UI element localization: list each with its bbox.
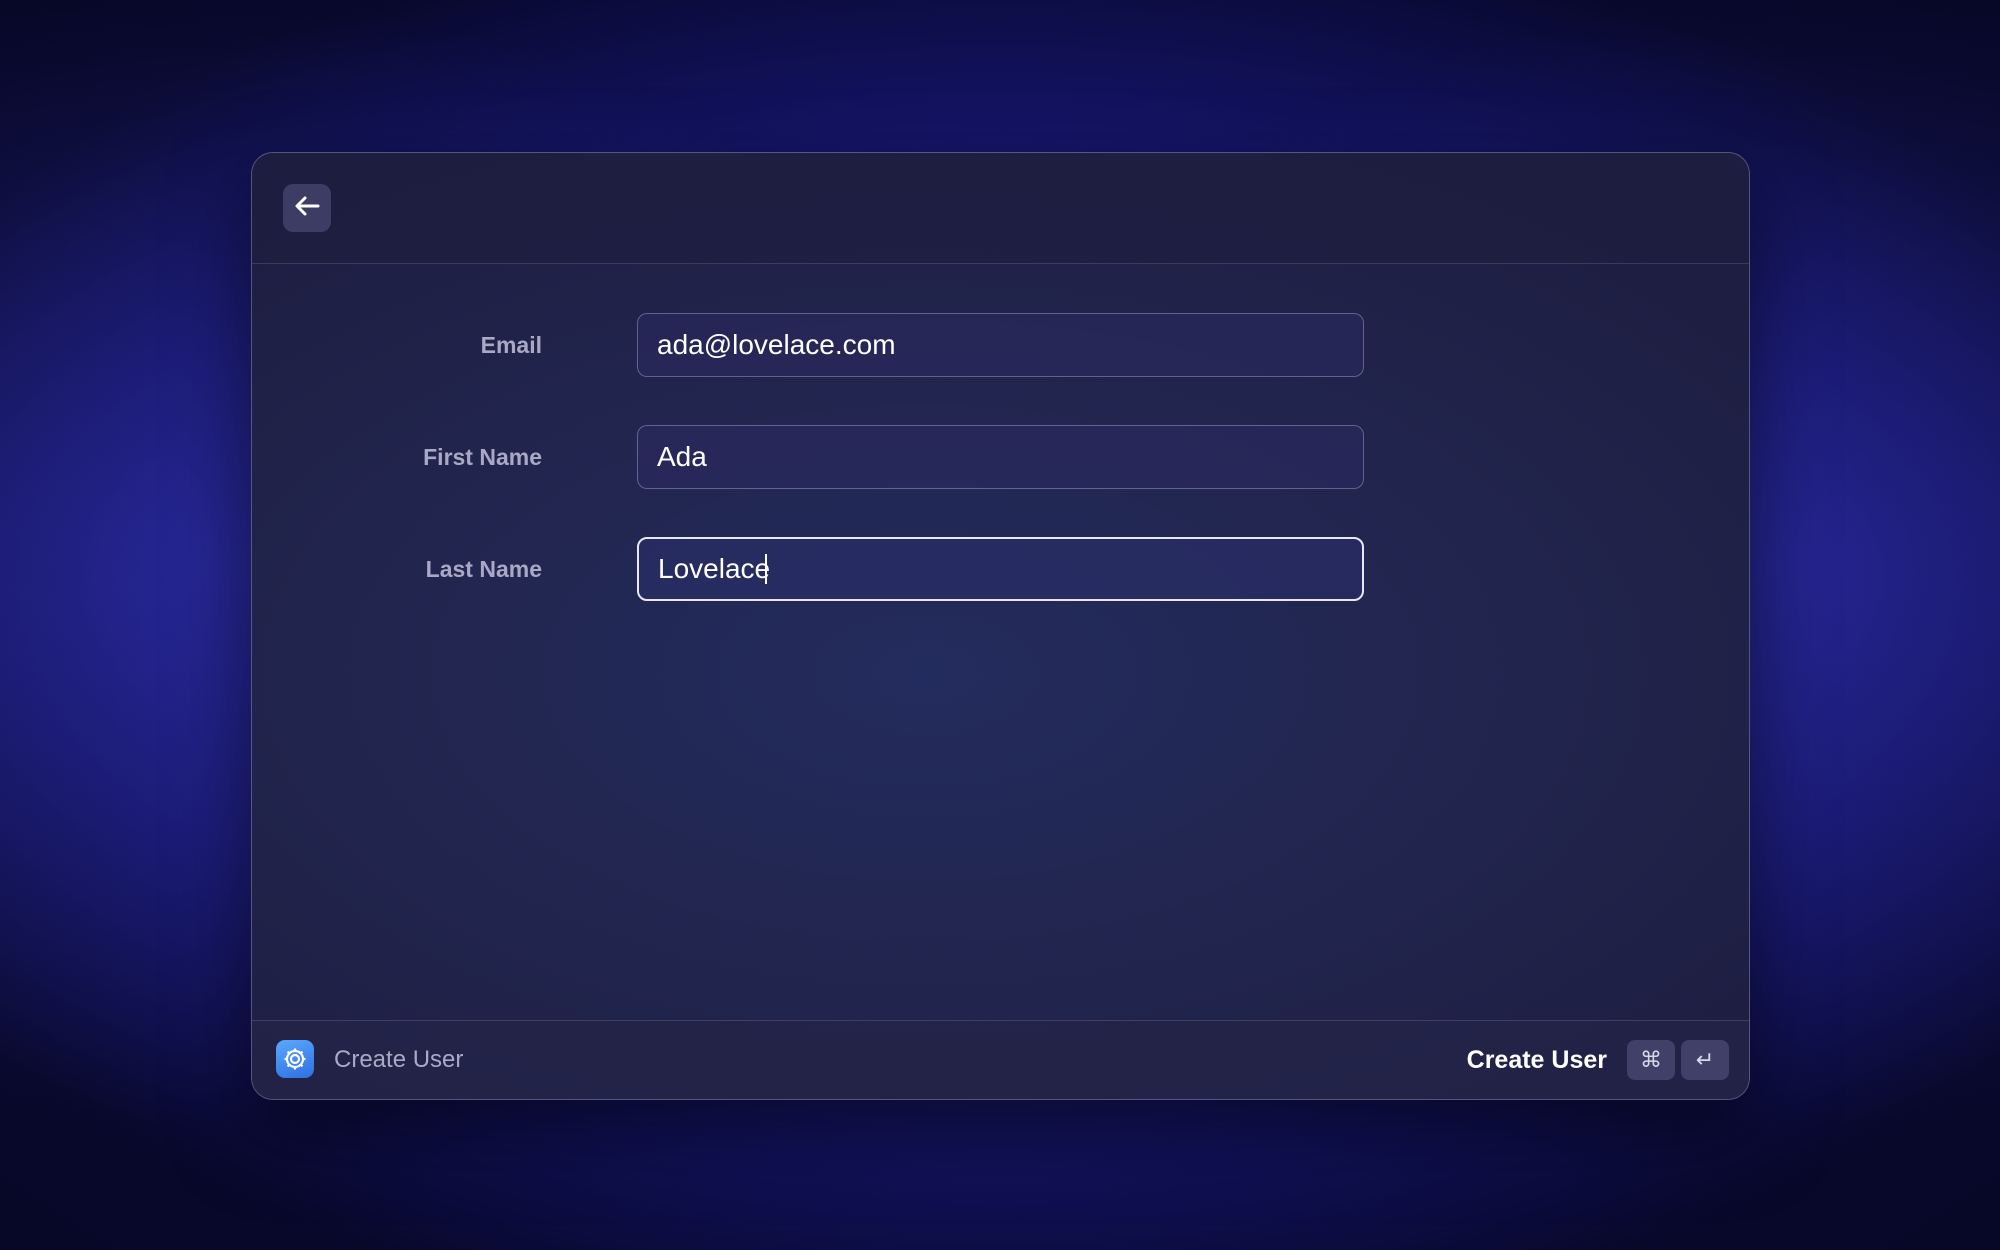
first-name-row: First Name	[252, 425, 1372, 489]
action-bar: Create User Create User ⌘ ↵	[252, 1020, 1749, 1099]
window-header	[252, 153, 1749, 264]
create-user-window: Email First Name Last Name Create	[251, 152, 1750, 1100]
create-user-button[interactable]: Create User	[1467, 1021, 1607, 1099]
last-name-label: Last Name	[425, 556, 542, 582]
email-label: Email	[480, 332, 542, 358]
return-key-icon: ↵	[1681, 1040, 1729, 1080]
footer-command-title: Create User	[334, 1046, 464, 1073]
first-name-label: First Name	[423, 444, 542, 470]
command-key-icon: ⌘	[1627, 1040, 1675, 1080]
first-name-field[interactable]	[637, 425, 1364, 489]
last-name-row: Last Name	[252, 537, 1372, 601]
arrow-left-icon	[294, 195, 320, 222]
last-name-field[interactable]	[637, 537, 1364, 601]
text-caret	[765, 554, 767, 584]
gear-icon	[276, 1040, 314, 1078]
back-button[interactable]	[283, 184, 331, 232]
email-row: Email	[252, 313, 1372, 377]
email-field[interactable]	[637, 313, 1364, 377]
